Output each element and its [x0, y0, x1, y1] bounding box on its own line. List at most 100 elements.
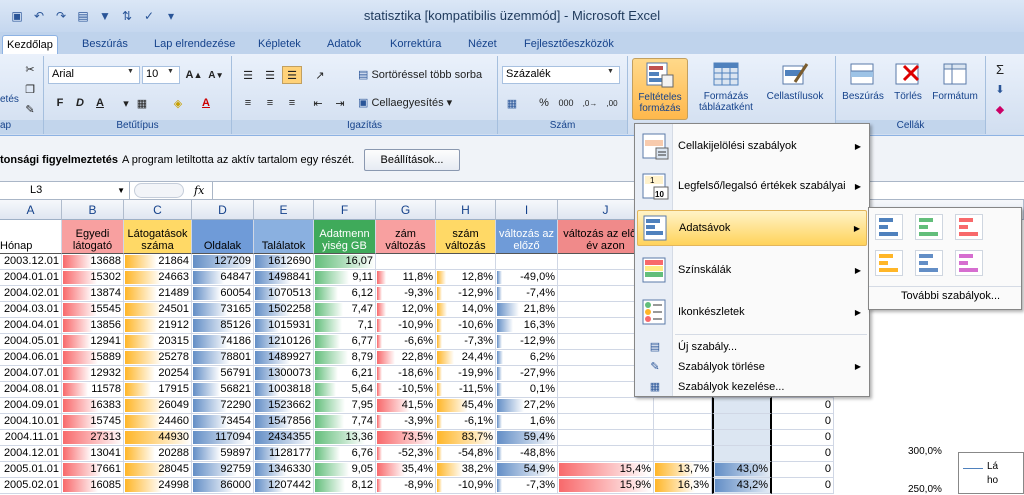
increase-indent-icon[interactable]: ⇥ — [330, 94, 350, 112]
cell[interactable]: 83,7% — [436, 430, 496, 446]
cell[interactable]: -7,4% — [496, 286, 558, 302]
cell[interactable]: 43,2% — [712, 478, 772, 494]
cell[interactable]: 2004.09.01 — [0, 398, 62, 414]
tab-home[interactable]: Kezdőlap — [2, 35, 58, 54]
cell[interactable]: 43,0% — [712, 462, 772, 478]
cell[interactable]: -6,6% — [376, 334, 436, 350]
cell[interactable]: 56821 — [192, 382, 254, 398]
cell[interactable]: 20288 — [124, 446, 192, 462]
font-color-icon[interactable]: A — [196, 94, 216, 112]
cell[interactable]: -54,8% — [436, 446, 496, 462]
cell[interactable]: 2005.01.01 — [0, 462, 62, 478]
merge-cells-button[interactable]: ▣ Cellaegyesítés ▾ — [358, 96, 452, 109]
cell[interactable]: 59,4% — [496, 430, 558, 446]
cell[interactable] — [558, 430, 654, 446]
cell[interactable]: 1070513 — [254, 286, 314, 302]
cell[interactable]: 15,9% — [558, 478, 654, 494]
cell[interactable]: 73454 — [192, 414, 254, 430]
cell[interactable]: -10,9% — [436, 478, 496, 494]
menu-item-new-rule[interactable]: ▤ Új szabály... — [637, 337, 867, 356]
cell[interactable]: 56791 — [192, 366, 254, 382]
align-top-icon[interactable]: ☰ — [238, 66, 258, 84]
cell[interactable] — [712, 446, 772, 462]
cell[interactable]: -27,9% — [496, 366, 558, 382]
align-bottom-icon[interactable]: ☰ — [282, 66, 302, 84]
fill-icon[interactable]: ⬇ — [990, 80, 1010, 98]
cell[interactable]: 1,6% — [496, 414, 558, 430]
font-name-select[interactable]: Arial ▼ — [48, 66, 140, 84]
cell[interactable]: -3,9% — [376, 414, 436, 430]
formula-input[interactable] — [212, 182, 1024, 199]
cell[interactable]: 2004.03.01 — [0, 302, 62, 318]
cell[interactable]: 21489 — [124, 286, 192, 302]
cell[interactable] — [558, 446, 654, 462]
cell[interactable]: 7,95 — [314, 398, 376, 414]
tab-formulas[interactable]: Képletek — [254, 35, 305, 54]
cell[interactable]: 20254 — [124, 366, 192, 382]
cell[interactable]: 28045 — [124, 462, 192, 478]
cell[interactable]: 6,12 — [314, 286, 376, 302]
data-bar-option[interactable] — [955, 214, 983, 240]
cell[interactable]: -11,5% — [436, 382, 496, 398]
cell[interactable]: -6,1% — [436, 414, 496, 430]
cell[interactable]: 24460 — [124, 414, 192, 430]
cell[interactable]: 1498841 — [254, 270, 314, 286]
header-cell-C[interactable]: Látogatások száma — [124, 220, 192, 254]
cell[interactable]: 2005.02.01 — [0, 478, 62, 494]
cell[interactable]: 14,0% — [436, 302, 496, 318]
cell[interactable]: 24663 — [124, 270, 192, 286]
cell[interactable] — [712, 398, 772, 414]
cell[interactable]: 73,5% — [376, 430, 436, 446]
cell[interactable]: 17915 — [124, 382, 192, 398]
menu-item-highlight-rules[interactable]: Cellakijelölési szabályok ▶ — [637, 128, 867, 164]
cell[interactable]: 0 — [772, 414, 834, 430]
cell[interactable]: -49,0% — [496, 270, 558, 286]
format-cells-button[interactable]: Formátum — [928, 58, 982, 120]
comma-style-button[interactable]: 000 — [556, 94, 576, 112]
insert-function-button[interactable]: fx — [194, 182, 204, 199]
tab-data[interactable]: Adatok — [323, 35, 365, 54]
cell[interactable]: 13874 — [62, 286, 124, 302]
column-header-H[interactable]: H — [436, 200, 496, 220]
data-bar-option[interactable] — [915, 250, 943, 276]
cell[interactable]: 2004.02.01 — [0, 286, 62, 302]
cell[interactable]: -8,9% — [376, 478, 436, 494]
embedded-chart[interactable]: 300,0% 250,0% Lá ho — [870, 400, 1024, 495]
cell[interactable]: 0,1% — [496, 382, 558, 398]
cell[interactable]: 74186 — [192, 334, 254, 350]
cell[interactable]: 12941 — [62, 334, 124, 350]
cell[interactable] — [654, 430, 712, 446]
menu-item-clear-rules[interactable]: ✎ Szabályok törlése ▶ — [637, 357, 867, 376]
cell-styles-button[interactable]: Cellastílusok — [762, 58, 828, 120]
cell[interactable]: 13,7% — [654, 462, 712, 478]
cell[interactable]: 15745 — [62, 414, 124, 430]
cell[interactable]: 24,4% — [436, 350, 496, 366]
cell[interactable]: 6,77 — [314, 334, 376, 350]
tab-developer[interactable]: Fejlesztőeszközök — [520, 35, 618, 54]
cell[interactable]: 12,8% — [436, 270, 496, 286]
header-cell-G[interactable]: zám változás — [376, 220, 436, 254]
cell[interactable]: 12932 — [62, 366, 124, 382]
cell[interactable]: 60054 — [192, 286, 254, 302]
decrease-indent-icon[interactable]: ⇤ — [308, 94, 328, 112]
cell[interactable]: 45,4% — [436, 398, 496, 414]
menu-item-manage-rules[interactable]: ▦ Szabályok kezelése... — [637, 377, 867, 396]
tab-view[interactable]: Nézet — [464, 35, 501, 54]
cell[interactable]: -9,3% — [376, 286, 436, 302]
autosum-button[interactable]: Σ — [990, 60, 1010, 78]
cell[interactable]: 59897 — [192, 446, 254, 462]
cell[interactable]: 117094 — [192, 430, 254, 446]
cell[interactable]: 2004.06.01 — [0, 350, 62, 366]
cell[interactable]: 16,3% — [496, 318, 558, 334]
insert-cells-button[interactable]: Beszúrás — [838, 58, 888, 120]
bold-button[interactable]: F — [50, 94, 70, 112]
cell[interactable]: -18,6% — [376, 366, 436, 382]
cell[interactable]: 0 — [772, 430, 834, 446]
cell[interactable]: -10,6% — [436, 318, 496, 334]
cell[interactable]: -10,5% — [376, 382, 436, 398]
column-header-D[interactable]: D — [192, 200, 254, 220]
cell[interactable]: 8,12 — [314, 478, 376, 494]
align-center-icon[interactable]: ≡ — [260, 94, 280, 112]
cell[interactable]: 13856 — [62, 318, 124, 334]
cell[interactable]: 0 — [772, 446, 834, 462]
